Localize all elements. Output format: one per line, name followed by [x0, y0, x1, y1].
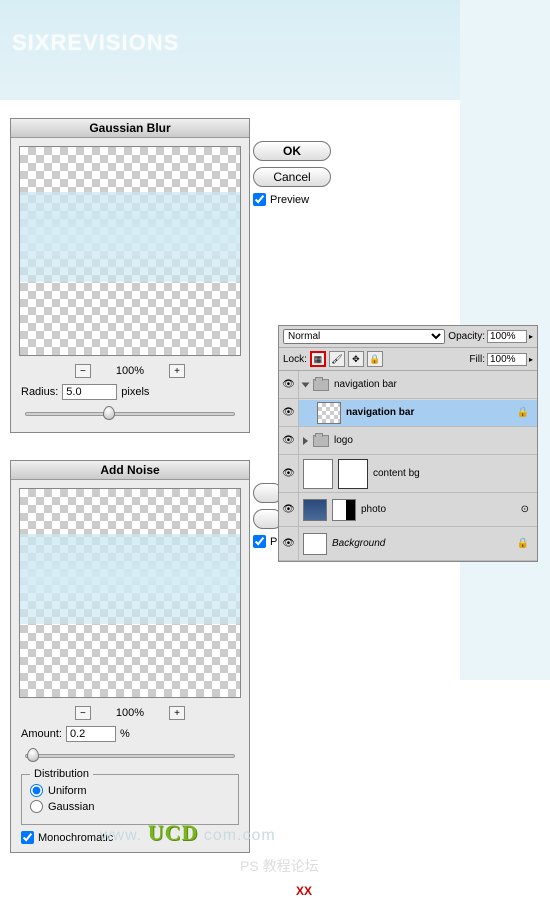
group-title: Distribution: [30, 768, 93, 780]
visibility-toggle[interactable]: 👁: [279, 371, 299, 398]
radius-unit: pixels: [121, 386, 149, 398]
brand-logo: SIXREVISIONS: [12, 30, 179, 56]
layer-name: logo: [334, 435, 353, 446]
monochromatic-checkbox[interactable]: [21, 831, 34, 844]
layer-thumbnail[interactable]: [303, 459, 333, 489]
ucd-logo: UCD: [148, 820, 199, 845]
layer-group-row[interactable]: 👁 logo: [279, 427, 537, 455]
radius-input[interactable]: [62, 384, 117, 400]
layer-name: navigation bar: [346, 407, 414, 418]
distribution-group: Distribution Uniform Gaussian: [21, 774, 239, 825]
layer-name: navigation bar: [334, 379, 397, 390]
visibility-toggle[interactable]: 👁: [279, 527, 299, 560]
mask-thumbnail[interactable]: [338, 459, 368, 489]
amount-label: Amount:: [21, 728, 62, 740]
visibility-toggle[interactable]: 👁: [279, 399, 299, 426]
preview-area[interactable]: [19, 146, 241, 356]
expand-arrow-icon[interactable]: [303, 437, 308, 445]
visibility-toggle[interactable]: 👁: [279, 455, 299, 492]
ok-button[interactable]: OK: [253, 141, 331, 161]
lock-icon: 🔒: [517, 538, 529, 549]
layer-row[interactable]: 👁 content bg: [279, 455, 537, 493]
preview-content: [20, 534, 240, 624]
ps-forum-text: PS 教程论坛: [240, 856, 319, 876]
preview-checkbox[interactable]: [253, 193, 266, 206]
gaussian-label: Gaussian: [48, 801, 94, 813]
lock-icon: 🔒: [517, 407, 529, 418]
zoom-out-button[interactable]: −: [75, 706, 91, 720]
zoom-level: 100%: [116, 707, 144, 719]
layer-name: photo: [361, 504, 386, 515]
effects-icon[interactable]: ⊙: [521, 504, 529, 515]
preview-checkbox[interactable]: [253, 535, 266, 548]
cancel-button[interactable]: Cancel: [253, 167, 331, 187]
lock-image-icon[interactable]: 🖌: [329, 351, 345, 367]
layer-row[interactable]: 👁 Background 🔒: [279, 527, 537, 561]
zoom-level: 100%: [116, 365, 144, 377]
uniform-radio[interactable]: [30, 784, 43, 797]
lock-position-icon[interactable]: ✥: [348, 351, 364, 367]
blend-mode-select[interactable]: Normal: [283, 329, 445, 344]
layers-panel: Normal Opacity: ▸ Lock: ▦ 🖌 ✥ 🔒 Fill: ▸ …: [278, 325, 538, 562]
zoom-in-button[interactable]: +: [169, 706, 185, 720]
radius-slider[interactable]: [25, 406, 235, 422]
amount-slider[interactable]: [25, 748, 235, 764]
layer-row[interactable]: 👁 navigation bar 🔒: [279, 399, 537, 427]
stepper-icon[interactable]: ▸: [529, 355, 533, 364]
expand-arrow-icon[interactable]: [302, 382, 310, 387]
opacity-input[interactable]: [487, 330, 527, 343]
layer-name: content bg: [373, 468, 420, 479]
lock-label: Lock:: [283, 354, 307, 365]
preview-area[interactable]: [19, 488, 241, 698]
mask-thumbnail[interactable]: [332, 499, 356, 521]
opacity-label: Opacity:: [448, 331, 485, 342]
fill-label: Fill:: [469, 354, 485, 365]
gaussian-blur-dialog: Gaussian Blur − 100% + Radius: pixels OK…: [10, 118, 250, 433]
layer-thumbnail[interactable]: [317, 402, 341, 424]
visibility-toggle[interactable]: 👁: [279, 493, 299, 526]
watermark: www. UCD com.com: [100, 820, 276, 846]
zoom-out-button[interactable]: −: [75, 364, 91, 378]
preview-content: [20, 192, 240, 282]
visibility-toggle[interactable]: 👁: [279, 427, 299, 454]
layer-name: Background: [332, 538, 385, 549]
folder-icon: [313, 379, 329, 391]
layer-thumbnail[interactable]: [303, 499, 327, 521]
zoom-in-button[interactable]: +: [169, 364, 185, 378]
layer-thumbnail[interactable]: [303, 533, 327, 555]
uniform-label: Uniform: [48, 785, 87, 797]
amount-unit: %: [120, 728, 130, 740]
dialog-title: Add Noise: [11, 461, 249, 480]
gaussian-radio[interactable]: [30, 800, 43, 813]
radius-label: Radius:: [21, 386, 58, 398]
add-noise-dialog: Add Noise − 100% + Amount: % Distributio…: [10, 460, 250, 853]
layer-row[interactable]: 👁 photo ⊙: [279, 493, 537, 527]
layer-group-row[interactable]: 👁 navigation bar: [279, 371, 537, 399]
xx-text: XX: [296, 884, 312, 898]
amount-input[interactable]: [66, 726, 116, 742]
dialog-title: Gaussian Blur: [11, 119, 249, 138]
lock-transparent-icon[interactable]: ▦: [310, 351, 326, 367]
lock-all-icon[interactable]: 🔒: [367, 351, 383, 367]
fill-input[interactable]: [487, 353, 527, 366]
folder-icon: [313, 435, 329, 447]
preview-label: Preview: [270, 194, 309, 206]
stepper-icon[interactable]: ▸: [529, 332, 533, 341]
